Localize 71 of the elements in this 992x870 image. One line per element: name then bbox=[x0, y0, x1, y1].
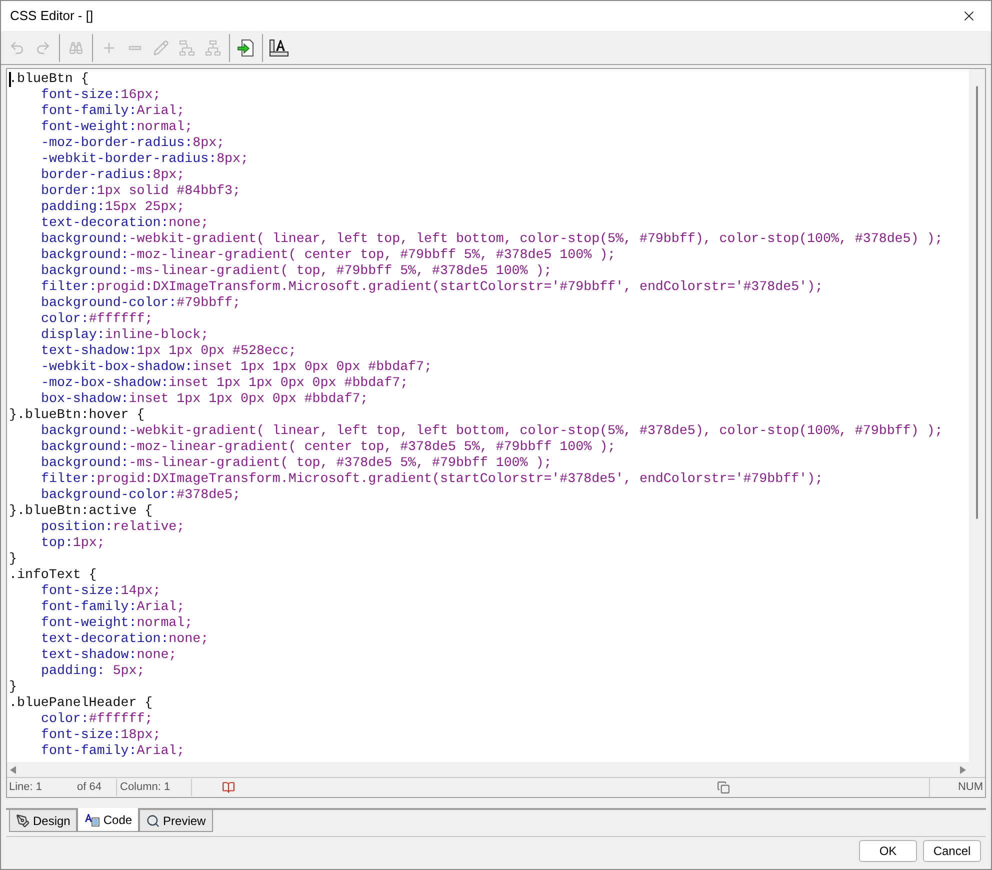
code-line: text-shadow:none; bbox=[40, 647, 177, 663]
code-line: background:-moz-linear-gradient( center top, #79bbff 5%, #378de5 100% ); bbox=[40, 247, 616, 263]
view-tab[interactable]: Design bbox=[9, 810, 78, 832]
code-line: filter:progid:DXImageTransform.Microsoft.gradient(startColorstr='#378de5', endColorstr='#79bbff'); bbox=[40, 471, 823, 487]
code-line: text-decoration:none; bbox=[40, 631, 209, 647]
code-line: background:-moz-linear-gradient( center top, #378de5 5%, #79bbff 100% ); bbox=[40, 439, 616, 455]
pencil-icon bbox=[153, 40, 169, 56]
code-line: top:1px; bbox=[40, 535, 105, 551]
view-tab[interactable]: Code bbox=[77, 808, 140, 832]
vertical-scrollbar[interactable] bbox=[969, 69, 985, 762]
minus-icon bbox=[129, 46, 141, 50]
insert-file-icon bbox=[237, 38, 255, 56]
code-line: -moz-border-radius:8px; bbox=[40, 135, 225, 151]
code-line: padding: 5px; bbox=[40, 663, 145, 679]
code-line: }.blueBtn:hover { bbox=[9, 407, 145, 423]
copy-icon bbox=[717, 781, 730, 794]
code-line: font-size:14px; bbox=[40, 583, 161, 599]
code-line: font-weight:normal; bbox=[40, 615, 193, 631]
code-line: font-weight:normal; bbox=[40, 119, 193, 135]
code-line: background-color:#79bbff; bbox=[40, 295, 240, 311]
code-line: background:-ms-linear-gradient( top, #378de5 5%, #79bbff 100% ); bbox=[40, 455, 552, 471]
status-mode: NUM bbox=[956, 780, 984, 796]
pen-icon bbox=[16, 814, 30, 828]
undo-icon bbox=[9, 40, 25, 56]
code-line: }.blueBtn:active { bbox=[9, 503, 153, 519]
binoculars-icon bbox=[69, 40, 83, 54]
dialog-button[interactable]: Cancel bbox=[923, 840, 981, 862]
status-line: Line: 1 bbox=[8, 780, 44, 796]
code-line: padding:15px 25px; bbox=[40, 199, 185, 215]
redo-icon bbox=[35, 40, 51, 56]
status-line-count: of 64 bbox=[77, 779, 117, 796]
code-line: border-radius:8px; bbox=[40, 167, 185, 183]
scroll-left-icon bbox=[10, 766, 16, 774]
code-line: -webkit-box-shadow:inset 1px 1px 0px 0px #bbdaf7; bbox=[40, 359, 432, 375]
book-icon bbox=[222, 781, 235, 794]
style-letter-icon bbox=[269, 38, 289, 56]
code-line: position:relative; bbox=[40, 519, 185, 535]
code-line: font-family:Arial; bbox=[40, 599, 185, 615]
code-line: text-shadow:1px 1px 0px #528ecc; bbox=[40, 343, 296, 359]
code-line: -moz-box-shadow:inset 1px 1px 0px 0px #bbdaf7; bbox=[40, 375, 408, 391]
code-line: display:inline-block; bbox=[40, 327, 209, 343]
code-line: font-size:18px; bbox=[40, 727, 161, 743]
code-line: -webkit-border-radius:8px; bbox=[40, 151, 248, 167]
plus-icon bbox=[101, 40, 117, 56]
code-line: box-shadow:inset 1px 1px 0px 0px #bbdaf7; bbox=[40, 391, 368, 407]
tree-icon bbox=[205, 40, 221, 56]
code-line: color:#ffffff; bbox=[40, 311, 153, 327]
code-line: background:-webkit-gradient( linear, left top, left bottom, color-stop(5%, #79bbff), color-stop(100%, #378de5) ); bbox=[40, 231, 943, 247]
code-line: .blueBtn { bbox=[9, 71, 89, 87]
code-line: color:#ffffff; bbox=[40, 711, 153, 727]
tree-icon bbox=[179, 40, 195, 56]
code-line: font-family:Arial; bbox=[40, 743, 185, 759]
code-line: } bbox=[9, 679, 17, 695]
code-line: filter:progid:DXImageTransform.Microsoft.gradient(startColorstr='#79bbff', endColorstr='#378de5'); bbox=[40, 279, 823, 295]
code-line: } bbox=[9, 551, 17, 567]
code-line: border:1px solid #84bbf3; bbox=[40, 183, 240, 199]
code-text-icon bbox=[84, 812, 100, 826]
window-title: CSS Editor - [] bbox=[10, 7, 94, 26]
code-line: background:-webkit-gradient( linear, left top, left bottom, color-stop(5%, #378de5), color-stop(100%, #79bbff) ); bbox=[40, 423, 943, 439]
code-line: font-family:Arial; bbox=[40, 103, 185, 119]
dialog-button[interactable]: OK bbox=[859, 840, 917, 862]
code-line: text-decoration:none; bbox=[40, 215, 209, 231]
scroll-right-icon bbox=[960, 766, 966, 774]
view-tab[interactable]: Preview bbox=[139, 810, 213, 832]
code-line: font-size:16px; bbox=[40, 87, 161, 103]
status-column: Column: 1 bbox=[117, 779, 192, 796]
magnifier-icon bbox=[146, 814, 160, 828]
code-line: background:-ms-linear-gradient( top, #79bbff 5%, #378de5 100% ); bbox=[40, 263, 552, 279]
code-line: .infoText { bbox=[9, 567, 97, 583]
code-line: .bluePanelHeader { bbox=[9, 695, 153, 711]
code-line: background-color:#378de5; bbox=[40, 487, 240, 503]
